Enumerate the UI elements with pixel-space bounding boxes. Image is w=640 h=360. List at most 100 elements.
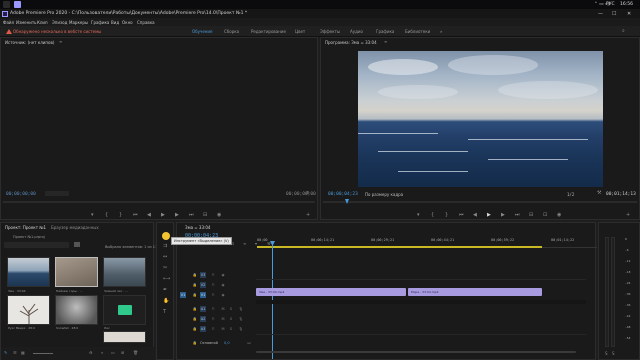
hand-tool[interactable]: ✋ [163, 298, 169, 304]
new-bin-icon[interactable] [74, 242, 80, 247]
lock-icon[interactable]: 🔒 [192, 282, 198, 288]
source-play-button[interactable]: ▶ [161, 212, 165, 218]
source-export-frame-button[interactable]: ◉ [217, 212, 221, 218]
program-export-frame-button[interactable]: ◉ [557, 212, 561, 218]
razor-tool[interactable]: ✂ [163, 265, 167, 271]
program-play-button[interactable]: ▶ [487, 212, 491, 218]
new-item-icon[interactable]: ⊞ [121, 350, 124, 355]
workspace-tab-graphics[interactable]: Графика [376, 29, 394, 34]
project-item-thumbnail[interactable] [103, 331, 146, 343]
project-item-thumbnail[interactable] [103, 295, 146, 325]
source-prev-frame-button[interactable]: ◀ [147, 212, 151, 218]
menu-edit[interactable]: Изменить [16, 20, 37, 25]
pen-tool[interactable]: ✒ [163, 287, 167, 293]
menu-clip[interactable]: Клип [37, 20, 48, 25]
sync-icon[interactable]: ⊓ [210, 306, 216, 312]
search-icon[interactable]: ⌕ [101, 350, 103, 355]
program-prev-frame-button[interactable]: ◀ [473, 212, 477, 218]
solo-button[interactable]: S [228, 326, 234, 332]
track-label[interactable]: V2 [200, 282, 206, 288]
source-marker-button[interactable]: ▾ [91, 212, 94, 218]
menu-file[interactable]: Файл [3, 20, 14, 25]
solo-button[interactable]: S [228, 306, 234, 312]
skip-to-end-icon[interactable]: ⏭ [246, 340, 252, 346]
scrollbar-thumb[interactable] [256, 351, 576, 353]
program-next-frame-button[interactable]: ▶ [501, 212, 505, 218]
track-label[interactable]: A2 [200, 316, 206, 322]
menu-graphics[interactable]: Графика [91, 20, 109, 25]
program-extract-button[interactable]: ⊡ [543, 212, 547, 218]
program-fit-dropdown[interactable]: По размеру кадра [365, 192, 403, 197]
source-insert-button[interactable]: ⊟ [203, 212, 207, 218]
project-item-thumbnail[interactable] [55, 295, 98, 325]
solo-button[interactable]: S [228, 316, 234, 322]
workspace-overflow-button[interactable]: » [440, 29, 442, 34]
workspace-tab-libraries[interactable]: Библиотеки [405, 29, 430, 34]
close-button[interactable]: ✕ [627, 11, 631, 17]
new-bin-icon[interactable]: ▭ [111, 350, 115, 355]
menu-window[interactable]: Окно [122, 20, 133, 25]
lock-icon[interactable]: 🔒 [192, 316, 198, 322]
lock-icon[interactable]: 🔒 [192, 272, 198, 278]
trash-icon[interactable]: 🗑 [133, 350, 138, 355]
program-monitor-title[interactable]: Программа: Зма = 33:04 [325, 40, 377, 45]
source-out-button[interactable]: } [119, 212, 122, 218]
media-browser-tab[interactable]: Браузер медиаданных [51, 225, 99, 230]
wrench-icon[interactable]: ⚒ [597, 190, 601, 196]
source-add-button[interactable]: + [306, 212, 310, 218]
source-patch-v1[interactable]: V1 [180, 292, 186, 298]
program-in-button[interactable]: { [431, 212, 434, 218]
timeline-clip[interactable]: Море - 33:04.mp4 [408, 288, 542, 296]
zoom-slider[interactable] [33, 353, 53, 354]
snap-icon[interactable]: ⊡ [231, 241, 234, 246]
microphone-icon[interactable]: 🎙 [238, 306, 244, 312]
search-icon[interactable]: ⌕ [622, 28, 625, 34]
program-timecode-current[interactable]: 00;00;04;23 [328, 192, 358, 197]
program-quality-dropdown[interactable]: 1/2 [567, 192, 574, 197]
project-item-thumbnail[interactable] [7, 257, 50, 287]
minimize-button[interactable]: — [598, 11, 603, 17]
workspace-tab-audio[interactable]: Аудио [350, 29, 363, 34]
track-label[interactable]: V1 [200, 292, 206, 298]
microphone-icon[interactable]: 🎙 [238, 316, 244, 322]
panel-menu-icon[interactable]: ≡ [384, 39, 387, 44]
type-tool[interactable]: T [163, 309, 166, 315]
menu-help[interactable]: Справка [137, 20, 155, 25]
solo-button[interactable]: S [612, 351, 615, 356]
selection-tool[interactable] [162, 232, 170, 240]
slip-tool[interactable]: ⟷ [163, 276, 170, 282]
project-tab[interactable]: Проект: Проект №1 [5, 225, 46, 230]
eye-icon[interactable]: ◉ [220, 292, 226, 298]
sequence-tab[interactable]: Зма = 33:04 [185, 225, 210, 230]
pencil-icon[interactable]: ✎ [4, 350, 7, 355]
warning-message[interactable]: Обнаружено несколько в вебсте системы [13, 29, 101, 34]
time-ruler[interactable]: 00;00 00;00;14;21 00;00;29;21 00;00;44;2… [257, 237, 597, 248]
source-scrubber[interactable] [3, 201, 315, 203]
program-add-button[interactable]: + [626, 212, 630, 218]
language-indicator[interactable]: РУС [606, 2, 615, 7]
project-item-thumbnail[interactable] [103, 257, 146, 287]
project-item-thumbnail[interactable] [7, 295, 50, 325]
mute-button[interactable]: M [220, 326, 226, 332]
source-step-forward-button[interactable]: ⏭ [189, 212, 194, 218]
workspace-tab-editing[interactable]: Редактирование [251, 29, 286, 34]
source-step-back-button[interactable]: ⏮ [133, 212, 138, 218]
timeline-scrollbar[interactable] [256, 350, 586, 354]
microphone-icon[interactable]: 🎙 [238, 326, 244, 332]
eye-icon[interactable]: ◉ [220, 272, 226, 278]
work-area-bar[interactable] [257, 246, 542, 248]
sync-icon[interactable]: ⊓ [210, 282, 216, 288]
start-icon[interactable] [3, 1, 10, 8]
lock-icon[interactable]: 🔒 [192, 340, 198, 346]
menu-sequence[interactable]: Эпизод [52, 20, 67, 25]
mix-volume[interactable]: 0,0 [224, 341, 230, 345]
sync-icon[interactable]: ⊓ [210, 292, 216, 298]
source-zoom-dropdown[interactable] [45, 191, 69, 196]
clock[interactable]: 16:56 [620, 2, 633, 7]
source-settings-icon[interactable]: ⚙ [306, 190, 310, 195]
sync-icon[interactable]: ⊓ [210, 272, 216, 278]
workspace-tab-learning[interactable]: Обучение [192, 29, 212, 34]
lock-icon[interactable]: 🔒 [192, 292, 198, 298]
maximize-button[interactable]: ☐ [612, 11, 616, 17]
program-lift-button[interactable]: ⊟ [529, 212, 533, 218]
